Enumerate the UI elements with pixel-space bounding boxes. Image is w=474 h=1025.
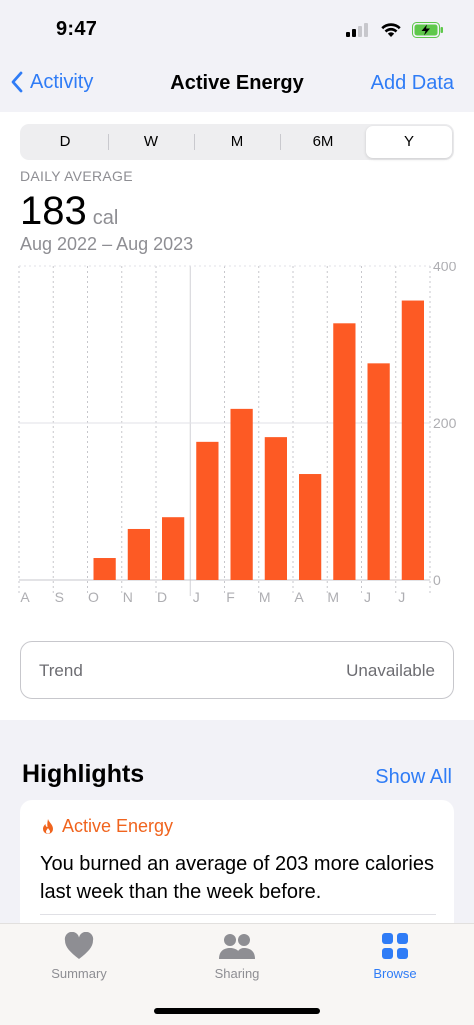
- highlight-text: You burned an average of 203 more calori…: [40, 853, 434, 903]
- chart-bar: [162, 517, 185, 580]
- add-data-button[interactable]: Add Data: [371, 72, 454, 95]
- highlight-category-label: Active Energy: [62, 816, 174, 836]
- y-tick-label: 200: [433, 415, 457, 431]
- highlight-category: Active Energy: [40, 816, 173, 837]
- chart-bar: [230, 408, 253, 580]
- daily-average-label: DAILY AVERAGE: [20, 168, 133, 184]
- status-bar: 9:47: [0, 0, 474, 60]
- grid-icon: [382, 933, 408, 959]
- heart-icon: [64, 932, 94, 959]
- tab-sharing[interactable]: Sharing: [187, 932, 287, 981]
- chart-bar: [127, 528, 150, 580]
- highlights-heading: Highlights: [22, 760, 145, 788]
- energy-card: D W M 6M Y DAILY AVERAGE 183 cal Aug 2022…: [0, 112, 474, 720]
- people-icon: [219, 934, 255, 959]
- status-time: 9:47: [56, 18, 98, 40]
- x-tick-label: J: [193, 589, 200, 605]
- x-tick-label: A: [20, 589, 30, 605]
- energy-bar-chart[interactable]: 0 200 400 A S O N D J F M A M J J: [0, 262, 474, 607]
- segment-week[interactable]: W: [108, 126, 194, 158]
- y-tick-label: 400: [433, 262, 457, 274]
- segment-year[interactable]: Y: [366, 126, 452, 158]
- home-indicator: [154, 1008, 320, 1014]
- tab-browse-label: Browse: [373, 966, 417, 981]
- x-tick-label: F: [226, 589, 235, 605]
- x-tick-label: M: [259, 589, 271, 605]
- chart-bar: [401, 300, 424, 580]
- segment-month[interactable]: M: [194, 126, 280, 158]
- trend-row[interactable]: Trend Unavailable: [20, 641, 454, 699]
- chart-bar: [367, 363, 390, 580]
- chart-bar: [264, 437, 287, 580]
- tab-summary-label: Summary: [51, 966, 107, 981]
- chart-bar: [196, 441, 219, 580]
- x-tick-label: O: [88, 589, 99, 605]
- segment-day[interactable]: D: [22, 126, 108, 158]
- status-icons: [346, 22, 444, 38]
- cellular-signal-icon: [346, 23, 368, 37]
- x-tick-label: M: [327, 589, 339, 605]
- flame-icon: [43, 818, 53, 834]
- y-tick-label: 0: [433, 572, 441, 588]
- x-tick-label: D: [157, 589, 167, 605]
- average-unit: cal: [92, 207, 119, 229]
- trend-label: Trend: [39, 661, 83, 680]
- battery-charging-icon: [412, 22, 443, 38]
- x-tick-label: J: [398, 589, 405, 605]
- trend-value: Unavailable: [346, 661, 435, 680]
- x-tick-label: N: [123, 589, 133, 605]
- tab-browse[interactable]: Browse: [345, 932, 445, 981]
- show-all-link[interactable]: Show All: [375, 766, 452, 789]
- navigation-bar: Activity Active Energy Add Data: [0, 60, 474, 110]
- chart-bar: [333, 323, 356, 580]
- tab-summary[interactable]: Summary: [29, 932, 129, 981]
- x-tick-label: J: [364, 589, 371, 605]
- chart-bar: [299, 474, 322, 580]
- x-tick-label: S: [55, 589, 64, 605]
- tab-sharing-label: Sharing: [214, 966, 260, 981]
- average-number: 183: [20, 189, 87, 233]
- time-range-segmented-control: D W M 6M Y: [20, 124, 454, 160]
- x-tick-label: A: [294, 589, 304, 605]
- divider: [40, 914, 436, 915]
- segment-6-months[interactable]: 6M: [280, 126, 366, 158]
- date-range: Aug 2022 – Aug 2023: [20, 234, 194, 254]
- wifi-icon: [381, 23, 401, 37]
- chart-bar: [93, 558, 116, 580]
